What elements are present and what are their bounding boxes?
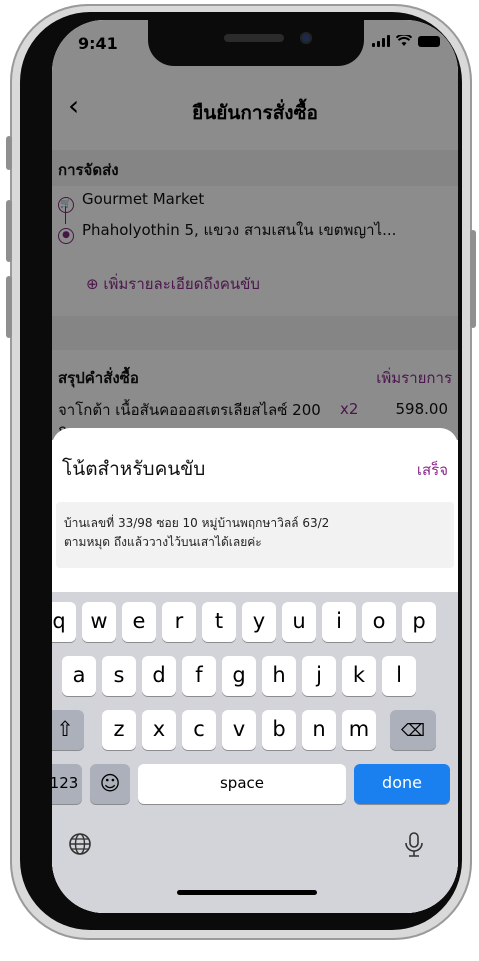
- key-n[interactable]: n: [302, 710, 336, 750]
- numbers-key[interactable]: 123: [52, 764, 82, 804]
- note-line-1: บ้านเลขที่ 33/98 ซอย 10 หมู่บ้านพฤกษาวิล…: [64, 516, 330, 530]
- mute-switch: [6, 136, 12, 170]
- front-camera: [300, 32, 312, 44]
- volume-down-button: [6, 276, 12, 338]
- key-h[interactable]: h: [262, 656, 296, 696]
- key-r[interactable]: r: [162, 602, 196, 642]
- backspace-icon: ⌫: [400, 721, 426, 741]
- key-j[interactable]: j: [302, 656, 336, 696]
- home-indicator[interactable]: [177, 890, 317, 895]
- backspace-key[interactable]: ⌫: [390, 710, 436, 750]
- key-t[interactable]: t: [202, 602, 236, 642]
- key-g[interactable]: g: [222, 656, 256, 696]
- done-button[interactable]: เสร็จ: [417, 458, 448, 482]
- phone-screen: 9:41 ‹ ยืนยันการสั่งซื้อ การจัดส่ง �: [52, 20, 458, 913]
- confirm-order-page: 9:41 ‹ ยืนยันการสั่งซื้อ การจัดส่ง �: [52, 20, 458, 913]
- key-x[interactable]: x: [142, 710, 176, 750]
- key-a[interactable]: a: [62, 656, 96, 696]
- key-q[interactable]: q: [52, 602, 76, 642]
- driver-note-input[interactable]: บ้านเลขที่ 33/98 ซอย 10 หมู่บ้านพฤกษาวิล…: [56, 502, 454, 568]
- key-y[interactable]: y: [242, 602, 276, 642]
- speaker-grille: [224, 34, 284, 42]
- volume-up-button: [6, 200, 12, 262]
- power-button: [470, 230, 476, 328]
- key-s[interactable]: s: [102, 656, 136, 696]
- key-b[interactable]: b: [262, 710, 296, 750]
- key-l[interactable]: l: [382, 656, 416, 696]
- shift-key[interactable]: ⇧: [52, 710, 84, 750]
- emoji-key[interactable]: ☺: [90, 764, 130, 804]
- key-i[interactable]: i: [322, 602, 356, 642]
- key-v[interactable]: v: [222, 710, 256, 750]
- key-e[interactable]: e: [122, 602, 156, 642]
- shift-arrow-icon: ⇧: [56, 717, 74, 741]
- key-m[interactable]: m: [342, 710, 376, 750]
- smiley-face-icon: ☺: [99, 771, 121, 795]
- onscreen-keyboard: q w e r t y u i o p a s d f g h j k l ⇧ …: [52, 592, 458, 913]
- note-line-2: ตามหมุด ถึงแล้ววางไว้บนเสาได้เลยค่ะ: [64, 535, 262, 549]
- key-d[interactable]: d: [142, 656, 176, 696]
- keyboard-done-key[interactable]: done: [354, 764, 450, 804]
- space-key[interactable]: space: [138, 764, 346, 804]
- key-w[interactable]: w: [82, 602, 116, 642]
- key-k[interactable]: k: [342, 656, 376, 696]
- key-f[interactable]: f: [182, 656, 216, 696]
- globe-icon[interactable]: [68, 832, 92, 862]
- key-p[interactable]: p: [402, 602, 436, 642]
- key-u[interactable]: u: [282, 602, 316, 642]
- microphone-icon[interactable]: [404, 832, 424, 864]
- key-z[interactable]: z: [102, 710, 136, 750]
- globe-icon-svg: [69, 833, 91, 855]
- sheet-title: โน้ตสำหรับคนขับ: [62, 458, 206, 480]
- key-c[interactable]: c: [182, 710, 216, 750]
- modal-backdrop[interactable]: [52, 20, 458, 440]
- notch: [148, 20, 364, 66]
- key-o[interactable]: o: [362, 602, 396, 642]
- microphone-icon-svg: [405, 832, 423, 857]
